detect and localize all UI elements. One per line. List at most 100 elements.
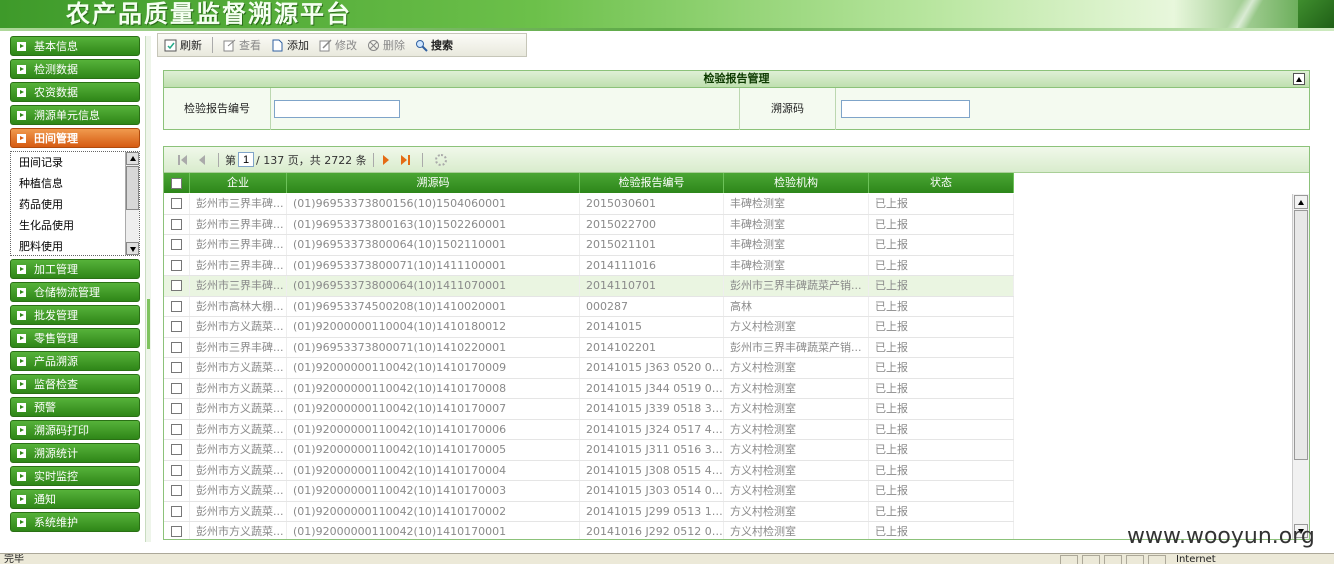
table-row[interactable]: 彭州市方义蔬菜... (01)92000000110042(10)14101700…	[164, 419, 1014, 440]
checkbox[interactable]	[171, 362, 182, 374]
row-checkbox[interactable]	[164, 194, 190, 214]
splitter[interactable]	[145, 36, 151, 542]
scroll-down-icon[interactable]	[126, 242, 139, 255]
checkbox[interactable]	[171, 300, 182, 312]
row-checkbox[interactable]	[164, 235, 190, 255]
last-page-icon[interactable]	[398, 154, 412, 166]
table-row[interactable]: 彭州市三界丰碑... (01)96953373800163(10)15022600…	[164, 214, 1014, 235]
checkbox[interactable]	[171, 464, 182, 476]
menu-item[interactable]: 检测数据	[10, 59, 140, 79]
table-row[interactable]: 彭州市三界丰碑... (01)96953373800064(10)15021100…	[164, 235, 1014, 256]
row-checkbox[interactable]	[164, 317, 190, 337]
table-row[interactable]: 彭州市三界丰碑... (01)96953373800071(10)14111000…	[164, 255, 1014, 276]
table-row[interactable]: 彭州市方义蔬菜... (01)92000000110042(10)14101700…	[164, 481, 1014, 502]
menu-item[interactable]: 溯源统计	[10, 443, 140, 463]
checkbox[interactable]	[171, 505, 182, 517]
checkbox[interactable]	[171, 403, 182, 415]
menu-item[interactable]: 仓储物流管理	[10, 282, 140, 302]
table-row[interactable]: 彭州市高林大棚... (01)96953374500208(10)14100200…	[164, 296, 1014, 317]
menu-item[interactable]: 加工管理	[10, 259, 140, 279]
menu-item[interactable]: 实时监控	[10, 466, 140, 486]
checkbox[interactable]	[171, 239, 182, 251]
search-button[interactable]: 搜索	[415, 37, 453, 53]
checkbox[interactable]	[171, 485, 182, 497]
table-row[interactable]: 彭州市三界丰碑... (01)96953373800071(10)14102200…	[164, 337, 1014, 358]
checkbox[interactable]	[171, 382, 182, 394]
prev-page-icon[interactable]	[194, 154, 208, 166]
view-button[interactable]: 查看	[223, 37, 261, 53]
menu-item[interactable]: 田间管理	[10, 128, 140, 148]
table-row[interactable]: 彭州市方义蔬菜... (01)92000000110042(10)14101700…	[164, 358, 1014, 379]
checkbox[interactable]	[171, 341, 182, 353]
trace-code-input[interactable]	[841, 100, 970, 118]
checkbox[interactable]	[171, 444, 182, 456]
checkbox[interactable]	[171, 198, 182, 210]
table-row[interactable]: 彭州市方义蔬菜... (01)92000000110042(10)14101700…	[164, 460, 1014, 481]
reload-icon[interactable]	[434, 153, 447, 166]
table-row[interactable]: 彭州市方义蔬菜... (01)92000000110042(10)14101700…	[164, 440, 1014, 461]
submenu-item[interactable]: 田间记录	[11, 152, 139, 173]
checkbox[interactable]	[171, 423, 182, 435]
submenu-item[interactable]: 肥料使用	[11, 236, 139, 255]
column-header[interactable]: 检验报告编号	[580, 173, 724, 193]
submenu-item[interactable]: 生化品使用	[11, 215, 139, 236]
select-all-checkbox[interactable]	[164, 173, 190, 193]
row-checkbox[interactable]	[164, 522, 190, 539]
report-no-input[interactable]	[274, 100, 400, 118]
menu-item[interactable]: 产品溯源	[10, 351, 140, 371]
menu-item[interactable]: 基本信息	[10, 36, 140, 56]
row-checkbox[interactable]	[164, 276, 190, 296]
page-input[interactable]	[238, 152, 254, 167]
menu-item[interactable]: 农资数据	[10, 82, 140, 102]
edit-button[interactable]: 修改	[319, 37, 357, 53]
menu-item[interactable]: 系统维护	[10, 512, 140, 532]
scroll-up-icon[interactable]	[126, 152, 139, 165]
splitter-grip[interactable]	[147, 299, 150, 349]
next-page-icon[interactable]	[380, 154, 394, 166]
checkbox[interactable]	[171, 280, 182, 292]
table-row[interactable]: 彭州市方义蔬菜... (01)92000000110042(10)14101700…	[164, 501, 1014, 522]
row-checkbox[interactable]	[164, 214, 190, 234]
collapse-icon[interactable]	[1293, 73, 1305, 85]
table-row[interactable]: 彭州市方义蔬菜... (01)92000000110042(10)14101700…	[164, 378, 1014, 399]
checkbox[interactable]	[171, 321, 182, 333]
row-checkbox[interactable]	[164, 419, 190, 439]
delete-button[interactable]: 删除	[367, 37, 405, 53]
table-row[interactable]: 彭州市方义蔬菜... (01)92000000110042(10)14101700…	[164, 522, 1014, 539]
scroll-up-icon[interactable]	[1294, 195, 1308, 209]
checkbox[interactable]	[171, 526, 182, 538]
scroll-thumb[interactable]	[126, 166, 139, 210]
column-header[interactable]: 状态	[869, 173, 1014, 193]
row-checkbox[interactable]	[164, 358, 190, 378]
table-row[interactable]: 彭州市方义蔬菜... (01)92000000110004(10)14101800…	[164, 317, 1014, 338]
grid-scrollbar[interactable]	[1292, 194, 1309, 539]
menu-item[interactable]: 通知	[10, 489, 140, 509]
first-page-icon[interactable]	[176, 154, 190, 166]
checkbox[interactable]	[171, 259, 182, 271]
submenu-item[interactable]: 药品使用	[11, 194, 139, 215]
menu-item[interactable]: 溯源单元信息	[10, 105, 140, 125]
submenu-scrollbar[interactable]	[125, 152, 139, 255]
row-checkbox[interactable]	[164, 337, 190, 357]
row-checkbox[interactable]	[164, 501, 190, 521]
table-row[interactable]: 彭州市三界丰碑... (01)96953373800064(10)14110700…	[164, 276, 1014, 297]
menu-item[interactable]: 批发管理	[10, 305, 140, 325]
menu-item[interactable]: 溯源码打印	[10, 420, 140, 440]
row-checkbox[interactable]	[164, 399, 190, 419]
table-row[interactable]: 彭州市方义蔬菜... (01)92000000110042(10)14101700…	[164, 399, 1014, 420]
menu-item[interactable]: 监督检查	[10, 374, 140, 394]
menu-item[interactable]: 预警	[10, 397, 140, 417]
scroll-thumb[interactable]	[1294, 210, 1308, 460]
column-header[interactable]: 溯源码	[287, 173, 580, 193]
row-checkbox[interactable]	[164, 481, 190, 501]
column-header[interactable]: 检验机构	[724, 173, 869, 193]
submenu-item[interactable]: 种植信息	[11, 173, 139, 194]
row-checkbox[interactable]	[164, 378, 190, 398]
column-header[interactable]: 企业	[190, 173, 287, 193]
add-button[interactable]: 添加	[271, 37, 309, 53]
menu-item[interactable]: 零售管理	[10, 328, 140, 348]
checkbox[interactable]	[171, 218, 182, 230]
table-row[interactable]: 彭州市三界丰碑... (01)96953373800156(10)15040600…	[164, 194, 1014, 215]
row-checkbox[interactable]	[164, 460, 190, 480]
row-checkbox[interactable]	[164, 440, 190, 460]
